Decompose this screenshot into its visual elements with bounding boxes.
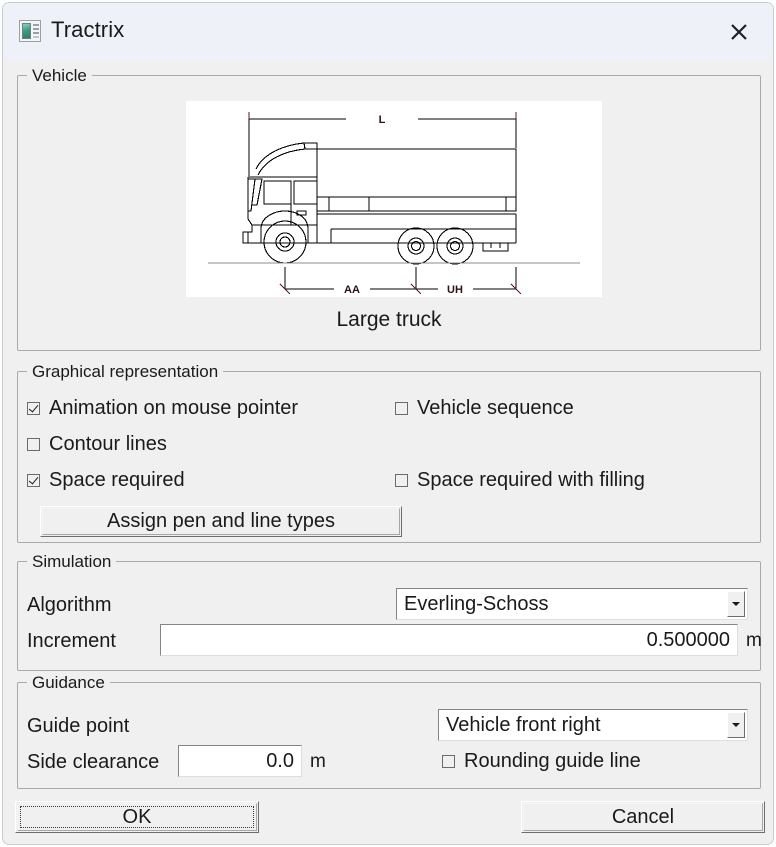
dimension-label-L: L <box>379 114 386 126</box>
icon-image-area <box>22 23 31 39</box>
checkbox-box[interactable] <box>27 474 40 487</box>
checkbox-label: Vehicle sequence <box>417 398 574 418</box>
guide-point-select[interactable]: Vehicle front right <box>438 709 748 741</box>
icon-line <box>33 36 39 38</box>
close-icon[interactable] <box>721 14 757 50</box>
button-label: OK <box>123 806 152 829</box>
chevron-down-icon[interactable] <box>727 591 745 617</box>
window-title: Tractrix <box>51 17 124 43</box>
checkbox-animation-on-mouse-pointer[interactable]: Animation on mouse pointer <box>27 398 298 418</box>
checkbox-box[interactable] <box>395 474 408 487</box>
ok-button[interactable]: OK <box>15 801 259 833</box>
guidance-group-legend: Guidance <box>27 673 110 692</box>
vehicle-diagram: L AA UH <box>186 101 602 297</box>
algorithm-label: Algorithm <box>27 594 111 617</box>
checkbox-label: Contour lines <box>49 434 167 454</box>
checkbox-box[interactable] <box>27 438 40 451</box>
simulation-group: Simulation Algorithm Everling-Schoss Inc… <box>17 561 761 671</box>
cancel-button[interactable]: Cancel <box>521 801 765 833</box>
checkbox-box[interactable] <box>395 402 408 415</box>
side-clearance-label: Side clearance <box>27 751 159 774</box>
increment-unit: m <box>746 630 762 652</box>
title-bar: Tractrix <box>3 3 773 60</box>
checkbox-space-required[interactable]: Space required <box>27 470 185 490</box>
dimension-label-UH: UH <box>447 284 463 296</box>
checkbox-label: Animation on mouse pointer <box>49 398 298 418</box>
increment-value: 0.500000 <box>647 629 730 652</box>
icon-line <box>33 32 39 34</box>
checkbox-label: Rounding guide line <box>464 751 641 771</box>
checkbox-label: Space required <box>49 470 185 490</box>
button-label: Assign pen and line types <box>107 510 335 533</box>
side-clearance-input[interactable]: 0.0 <box>178 745 302 777</box>
checkbox-space-required-with-filling[interactable]: Space required with filling <box>395 470 645 490</box>
checkbox-rounding-guide-line[interactable]: Rounding guide line <box>442 751 641 771</box>
algorithm-select[interactable]: Everling-Schoss <box>396 588 748 620</box>
dimension-label-AA: AA <box>344 284 360 296</box>
checkbox-box[interactable] <box>27 402 40 415</box>
application-window-icon <box>19 20 41 42</box>
vehicle-group-legend: Vehicle <box>27 66 92 85</box>
graphical-representation-group: Graphical representation Animation on mo… <box>17 371 761 543</box>
vehicle-group: Vehicle <box>17 75 761 351</box>
simulation-group-legend: Simulation <box>27 552 116 571</box>
checkbox-vehicle-sequence[interactable]: Vehicle sequence <box>395 398 574 418</box>
assign-pen-and-line-types-button[interactable]: Assign pen and line types <box>40 506 402 537</box>
graphical-group-legend: Graphical representation <box>27 362 223 381</box>
side-clearance-unit: m <box>310 751 326 773</box>
increment-input[interactable]: 0.500000 <box>160 624 738 656</box>
button-label: Cancel <box>612 806 674 829</box>
guide-point-label: Guide point <box>27 715 129 738</box>
algorithm-selected-value: Everling-Schoss <box>397 593 747 616</box>
guidance-group: Guidance Guide point Vehicle front right… <box>17 682 761 789</box>
checkbox-label: Space required with filling <box>417 470 645 490</box>
icon-line <box>33 24 39 26</box>
increment-label: Increment <box>27 630 116 653</box>
tractrix-dialog: Tractrix Vehicle <box>2 2 774 845</box>
guide-point-selected-value: Vehicle front right <box>439 714 747 737</box>
vehicle-name: Large truck <box>18 308 760 332</box>
checkbox-contour-lines[interactable]: Contour lines <box>27 434 167 454</box>
side-clearance-value: 0.0 <box>266 750 294 773</box>
checkbox-box[interactable] <box>442 755 455 768</box>
icon-line <box>33 28 39 30</box>
chevron-down-icon[interactable] <box>727 712 745 738</box>
